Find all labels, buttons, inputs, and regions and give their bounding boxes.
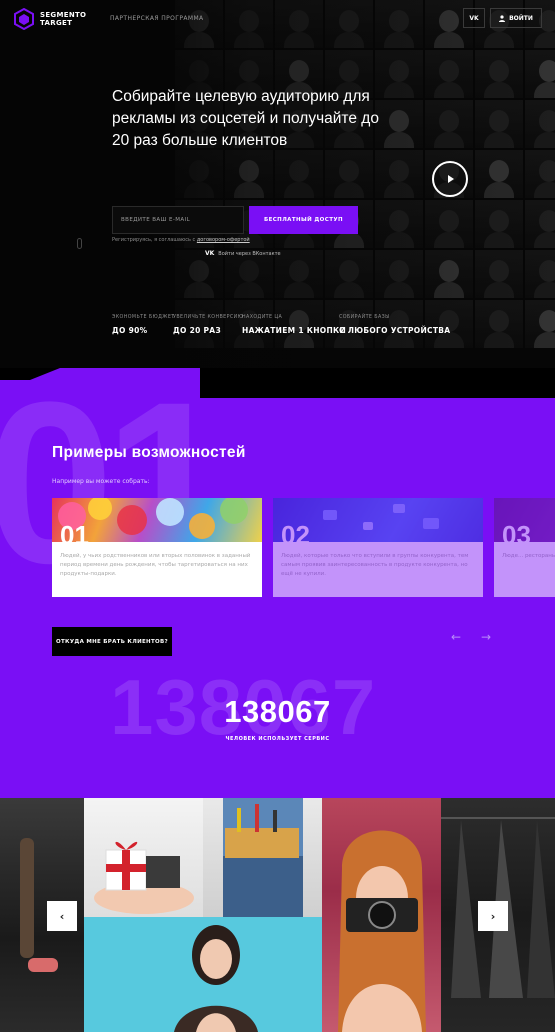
features-section: 01 Примеры возможностей Например вы може… xyxy=(0,368,555,798)
logo[interactable]: SEGMENTO TARGET xyxy=(14,8,87,30)
stat-label: НАХОДИТЕ ЦА xyxy=(242,315,283,320)
card-text: Людей, у чьих родственников или вторых п… xyxy=(60,553,251,577)
gallery-photo-tools xyxy=(203,798,322,917)
vk-button[interactable]: VK xyxy=(463,8,485,28)
agreement-text: Регистрируясь, я соглашаюсь с договором-… xyxy=(112,237,250,243)
stat-label: УВЕЛИЧЬТЕ КОНВЕРСИЮ xyxy=(173,315,244,320)
chevron-left-icon: ‹ xyxy=(59,909,65,923)
feature-card[interactable]: 02 Людей, которые только что вступили в … xyxy=(273,498,483,597)
vk-login-text: Войти через ВКонтакте xyxy=(218,250,281,257)
vk-icon: VK xyxy=(469,14,479,22)
photo-gallery: ‹ › xyxy=(0,798,555,1032)
stat-value: НАЖАТИЕМ 1 КНОПКИ xyxy=(242,326,347,335)
stat-value: ДО 90% xyxy=(112,326,148,335)
tool-belt-illustration xyxy=(223,798,303,917)
login-button[interactable]: ВОЙТИ xyxy=(490,8,542,28)
partner-program-link[interactable]: ПАРТНЕРСКАЯ ПРОГРАММА xyxy=(110,15,204,22)
hero-title: Собирайте целевую аудиторию для рекламы … xyxy=(112,88,379,149)
hero-section: SEGMENTO TARGET ПАРТНЕРСКАЯ ПРОГРАММА VK… xyxy=(0,0,555,368)
email-field[interactable] xyxy=(112,206,244,234)
gallery-photo-gift xyxy=(84,798,203,917)
gallery-prev-button[interactable]: ‹ xyxy=(47,901,77,931)
stat-audience: НАХОДИТЕ ЦА НАЖАТИЕМ 1 КНОПКИ xyxy=(242,315,346,335)
stat-databases: СОБИРАЙТЕ БАЗЫ С ЛЮБОГО УСТРОЙСТВА xyxy=(339,315,450,335)
free-access-button[interactable]: БЕСПЛАТНЫЙ ДОСТУП xyxy=(249,206,358,234)
hexagon-cube-logo-icon xyxy=(14,8,34,30)
stat-conversion: УВЕЛИЧЬТЕ КОНВЕРСИЮ ДО 20 РАЗ xyxy=(173,315,243,335)
restaurant-image: 03 xyxy=(494,498,555,542)
card-number: 02 xyxy=(281,520,310,542)
play-video-button[interactable] xyxy=(432,161,468,197)
section-subtitle: Например вы можете собрать: xyxy=(52,478,150,485)
chevron-right-icon: › xyxy=(490,909,496,923)
stat-value: ДО 20 РАЗ xyxy=(173,326,222,335)
woman-portrait-illustration xyxy=(174,925,258,1032)
vk-login-icon: VK xyxy=(205,250,215,257)
scroll-indicator-icon xyxy=(77,238,82,249)
vk-login-link[interactable]: VK Войти через ВКонтакте xyxy=(205,250,281,257)
gallery-photo-woman xyxy=(84,917,322,1032)
carousel-prev-arrow-icon[interactable]: ← xyxy=(451,630,461,644)
section-title: Примеры возможностей xyxy=(52,444,246,461)
gift-box-illustration xyxy=(94,841,194,914)
hero-overlay xyxy=(0,0,555,368)
card-number: 01 xyxy=(60,520,89,542)
feature-card[interactable]: 03 Люде... рестораны, ба... xyxy=(494,498,555,597)
users-counter-label: ЧЕЛОВЕК ИСПОЛЬЗУЕТ СЕРВИС xyxy=(225,736,330,742)
feature-carousel: 01 Людей, у чьих родственников или вторы… xyxy=(52,498,555,598)
logo-line2: TARGET xyxy=(40,19,73,27)
feature-card[interactable]: 01 Людей, у чьих родственников или вторы… xyxy=(52,498,262,597)
stat-label: СОБИРАЙТЕ БАЗЫ xyxy=(339,315,390,320)
stat-label: ЭКОНОМЬТЕ БЮДЖЕТ xyxy=(112,315,175,320)
gallery-photo-camera xyxy=(322,798,441,1032)
login-label: ВОЙТИ xyxy=(509,14,533,22)
stat-budget: ЭКОНОМЬТЕ БЮДЖЕТ ДО 90% xyxy=(112,315,175,335)
stat-value: С ЛЮБОГО УСТРОЙСТВА xyxy=(339,326,451,335)
carousel-next-arrow-icon[interactable]: → xyxy=(481,630,491,644)
card-number: 03 xyxy=(502,520,531,542)
play-icon xyxy=(448,175,454,183)
users-counter: 138067 xyxy=(224,694,331,729)
card-text: Людей, которые только что вступили в гру… xyxy=(281,553,469,577)
agreement-prefix: Регистрируясь, я соглашаюсь с xyxy=(112,237,196,243)
where-clients-button[interactable]: ОТКУДА МНЕ БРАТЬ КЛИЕНТОВ? xyxy=(52,627,172,656)
balloons-image: 01 xyxy=(52,498,262,542)
logo-line1: SEGMENTO xyxy=(40,11,87,19)
social-image: 02 xyxy=(273,498,483,542)
logo-text: SEGMENTO TARGET xyxy=(40,11,87,27)
card-text: Люде... рестораны, ба... xyxy=(502,553,555,559)
camera-woman-illustration xyxy=(338,830,426,1032)
user-icon xyxy=(499,14,506,22)
offer-link[interactable]: договором-офертой xyxy=(197,237,250,243)
gallery-next-button[interactable]: › xyxy=(478,901,508,931)
